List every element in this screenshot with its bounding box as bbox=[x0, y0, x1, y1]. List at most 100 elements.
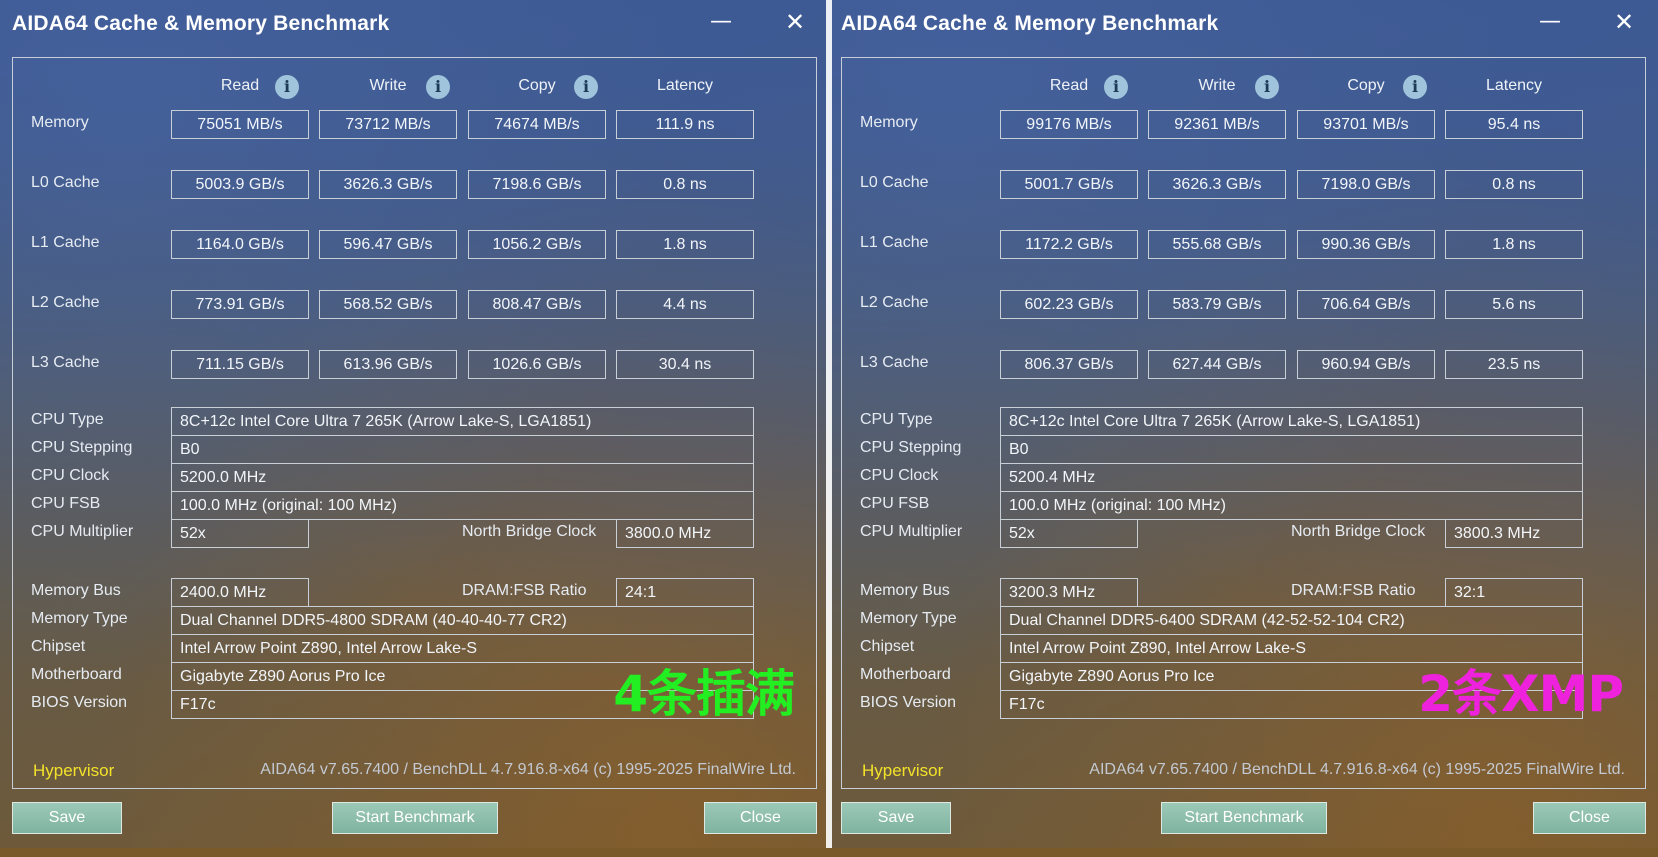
window-title: AIDA64 Cache & Memory Benchmark bbox=[12, 12, 390, 35]
l0-latency-value: 0.8 ns bbox=[616, 170, 754, 199]
hypervisor-link[interactable]: Hypervisor bbox=[862, 761, 943, 781]
memory-type-field: Dual Channel DDR5-6400 SDRAM (42-52-52-1… bbox=[1000, 606, 1583, 635]
read-info-icon[interactable]: i bbox=[1104, 75, 1128, 99]
benchmark-window-right: AIDA64 Cache & Memory Benchmark — ✕ Read… bbox=[829, 0, 1658, 857]
l3-read-value: 806.37 GB/s bbox=[1000, 350, 1138, 379]
l3-write-value: 627.44 GB/s bbox=[1148, 350, 1286, 379]
nb-clock-label: North Bridge Clock bbox=[1291, 523, 1426, 540]
l1-latency-value: 1.8 ns bbox=[616, 230, 754, 259]
cpu-multiplier-field: 52x bbox=[171, 519, 309, 548]
row-label: Memory bbox=[860, 114, 918, 131]
l1-copy-value: 990.36 GB/s bbox=[1297, 230, 1435, 259]
cpu-multiplier-field: 52x bbox=[1000, 519, 1138, 548]
row-label: L1 Cache bbox=[31, 234, 100, 251]
motherboard-label: Motherboard bbox=[31, 666, 122, 683]
cpu-stepping-label: CPU Stepping bbox=[31, 439, 133, 456]
l2-latency-value: 5.6 ns bbox=[1445, 290, 1583, 319]
header-latency: Latency bbox=[1485, 77, 1543, 94]
memory-read-value: 99176 MB/s bbox=[1000, 110, 1138, 139]
start-benchmark-button[interactable]: Start Benchmark bbox=[332, 802, 498, 834]
l1-read-value: 1172.2 GB/s bbox=[1000, 230, 1138, 259]
l0-copy-value: 7198.0 GB/s bbox=[1297, 170, 1435, 199]
cpu-stepping-field: B0 bbox=[171, 435, 754, 464]
close-button[interactable]: Close bbox=[1533, 802, 1646, 834]
l2-copy-value: 808.47 GB/s bbox=[468, 290, 606, 319]
benchmark-window-left: AIDA64 Cache & Memory Benchmark — ✕ Read… bbox=[0, 0, 829, 857]
overlay-annotation: 4条插满 bbox=[613, 665, 795, 723]
nb-clock-field: 3800.3 MHz bbox=[1445, 519, 1583, 548]
l2-write-value: 583.79 GB/s bbox=[1148, 290, 1286, 319]
nb-clock-label: North Bridge Clock bbox=[462, 523, 597, 540]
close-window-button[interactable]: ✕ bbox=[780, 8, 810, 36]
cpu-fsb-label: CPU FSB bbox=[860, 495, 930, 512]
benchmark-panel: Read i Write i Copy i Latency Memory 750… bbox=[12, 57, 817, 789]
copy-info-icon[interactable]: i bbox=[574, 75, 598, 99]
memory-latency-value: 111.9 ns bbox=[616, 110, 754, 139]
write-info-icon[interactable]: i bbox=[1255, 75, 1279, 99]
l1-write-value: 596.47 GB/s bbox=[319, 230, 457, 259]
memory-copy-value: 93701 MB/s bbox=[1297, 110, 1435, 139]
memory-bus-label: Memory Bus bbox=[860, 582, 950, 599]
cpu-type-field: 8C+12c Intel Core Ultra 7 265K (Arrow La… bbox=[1000, 407, 1583, 436]
benchmark-panel: Read i Write i Copy i Latency Memory 991… bbox=[841, 57, 1646, 789]
cpu-multiplier-label: CPU Multiplier bbox=[31, 523, 134, 540]
chipset-label: Chipset bbox=[31, 638, 86, 655]
save-button[interactable]: Save bbox=[841, 802, 951, 834]
window-divider bbox=[826, 0, 832, 857]
row-label: L2 Cache bbox=[31, 294, 100, 311]
memory-read-value: 75051 MB/s bbox=[171, 110, 309, 139]
minimize-button[interactable]: — bbox=[706, 8, 736, 36]
row-label: L1 Cache bbox=[860, 234, 929, 251]
row-label: L2 Cache bbox=[860, 294, 929, 311]
cpu-type-field: 8C+12c Intel Core Ultra 7 265K (Arrow La… bbox=[171, 407, 754, 436]
row-label: L0 Cache bbox=[860, 174, 929, 191]
cpu-stepping-field: B0 bbox=[1000, 435, 1583, 464]
dram-fsb-label: DRAM:FSB Ratio bbox=[1291, 582, 1416, 599]
cpu-type-label: CPU Type bbox=[31, 411, 104, 428]
l2-copy-value: 706.64 GB/s bbox=[1297, 290, 1435, 319]
save-button[interactable]: Save bbox=[12, 802, 122, 834]
row-label: Memory bbox=[31, 114, 89, 131]
header-latency: Latency bbox=[656, 77, 714, 94]
cpu-clock-label: CPU Clock bbox=[31, 467, 110, 484]
dram-fsb-field: 32:1 bbox=[1445, 578, 1583, 607]
copy-info-icon[interactable]: i bbox=[1403, 75, 1427, 99]
cpu-fsb-field: 100.0 MHz (original: 100 MHz) bbox=[171, 491, 754, 520]
read-info-icon[interactable]: i bbox=[275, 75, 299, 99]
row-label: L3 Cache bbox=[860, 354, 929, 371]
dram-fsb-field: 24:1 bbox=[616, 578, 754, 607]
close-button[interactable]: Close bbox=[704, 802, 817, 834]
start-benchmark-button[interactable]: Start Benchmark bbox=[1161, 802, 1327, 834]
memory-type-label: Memory Type bbox=[31, 610, 128, 627]
l2-latency-value: 4.4 ns bbox=[616, 290, 754, 319]
bios-version-label: BIOS Version bbox=[860, 694, 957, 711]
nb-clock-field: 3800.0 MHz bbox=[616, 519, 754, 548]
write-info-icon[interactable]: i bbox=[426, 75, 450, 99]
l1-latency-value: 1.8 ns bbox=[1445, 230, 1583, 259]
l0-latency-value: 0.8 ns bbox=[1445, 170, 1583, 199]
memory-copy-value: 74674 MB/s bbox=[468, 110, 606, 139]
hypervisor-link[interactable]: Hypervisor bbox=[33, 761, 114, 781]
l2-read-value: 602.23 GB/s bbox=[1000, 290, 1138, 319]
motherboard-label: Motherboard bbox=[860, 666, 951, 683]
memory-bus-field: 3200.3 MHz bbox=[1000, 578, 1138, 607]
minimize-button[interactable]: — bbox=[1535, 8, 1565, 36]
l3-copy-value: 960.94 GB/s bbox=[1297, 350, 1435, 379]
memory-latency-value: 95.4 ns bbox=[1445, 110, 1583, 139]
l3-latency-value: 30.4 ns bbox=[616, 350, 754, 379]
close-window-button[interactable]: ✕ bbox=[1609, 8, 1639, 36]
overlay-annotation: 2条XMP bbox=[1418, 665, 1624, 723]
l0-copy-value: 7198.6 GB/s bbox=[468, 170, 606, 199]
chipset-label: Chipset bbox=[860, 638, 915, 655]
l0-read-value: 5003.9 GB/s bbox=[171, 170, 309, 199]
row-label: L3 Cache bbox=[31, 354, 100, 371]
bios-version-label: BIOS Version bbox=[31, 694, 128, 711]
memory-bus-label: Memory Bus bbox=[31, 582, 121, 599]
cpu-fsb-field: 100.0 MHz (original: 100 MHz) bbox=[1000, 491, 1583, 520]
l3-read-value: 711.15 GB/s bbox=[171, 350, 309, 379]
version-info: AIDA64 v7.65.7400 / BenchDLL 4.7.916.8-x… bbox=[1089, 761, 1625, 778]
l0-read-value: 5001.7 GB/s bbox=[1000, 170, 1138, 199]
cpu-multiplier-label: CPU Multiplier bbox=[860, 523, 963, 540]
l0-write-value: 3626.3 GB/s bbox=[1148, 170, 1286, 199]
cpu-clock-field: 5200.4 MHz bbox=[1000, 463, 1583, 492]
